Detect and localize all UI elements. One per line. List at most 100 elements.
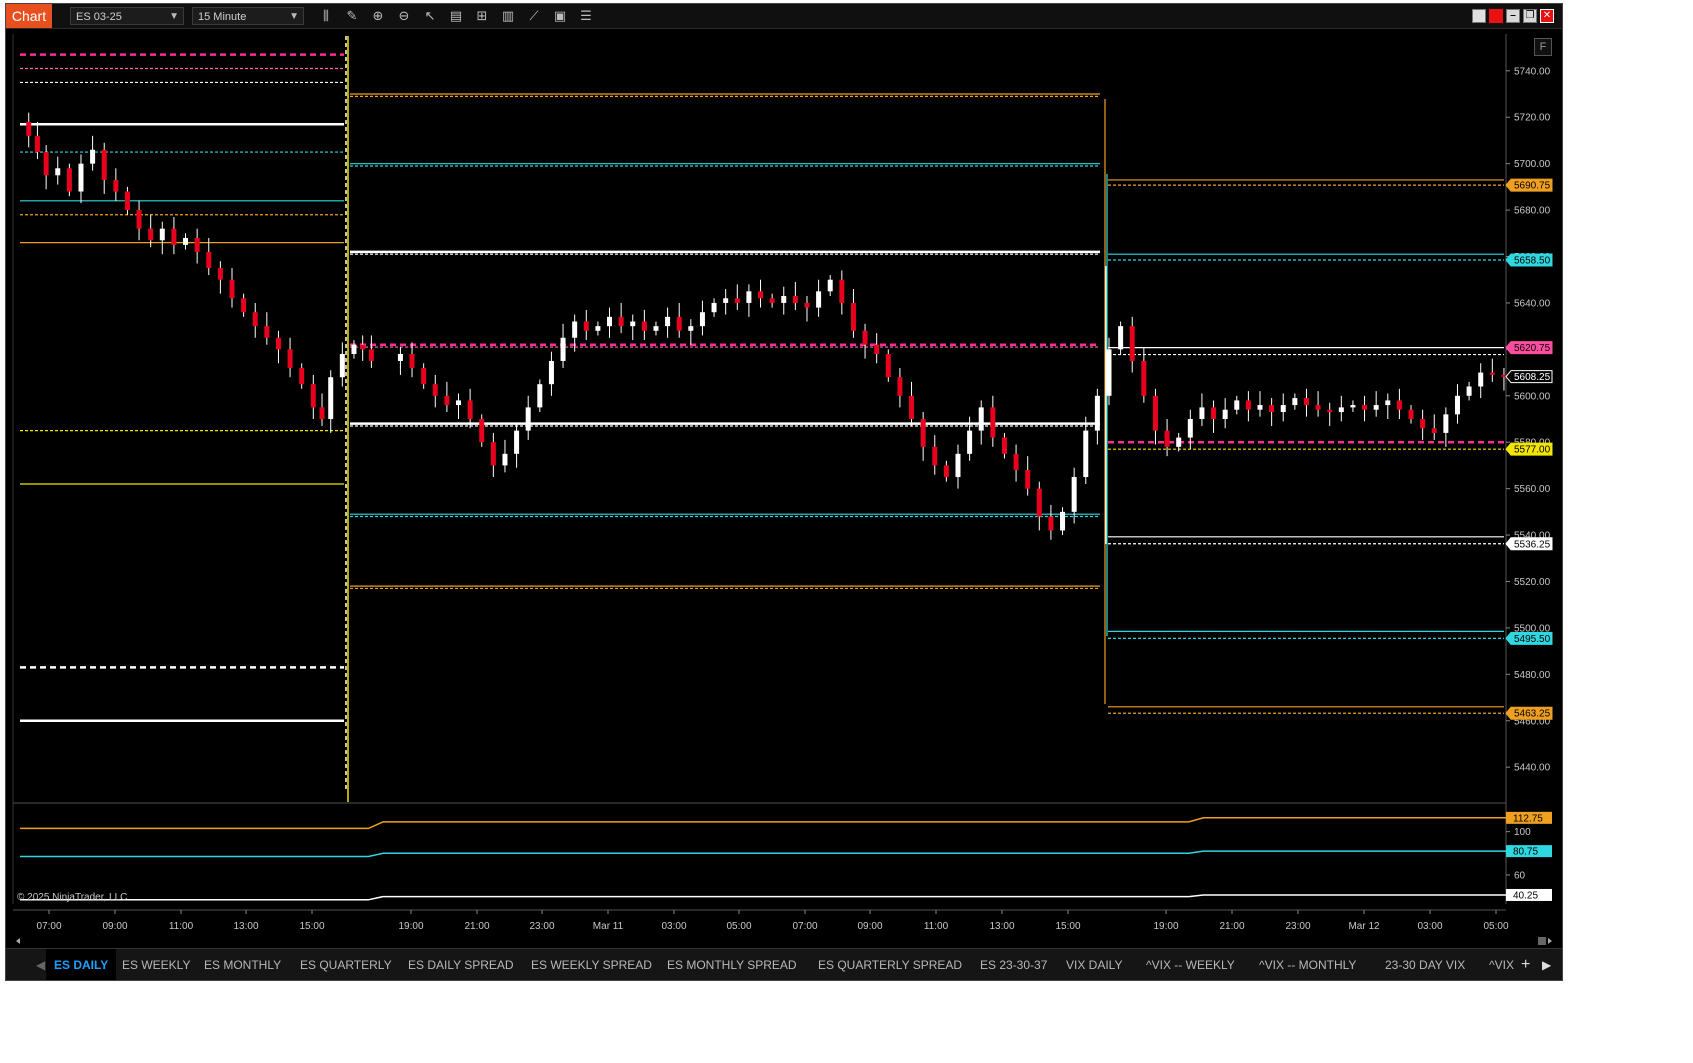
candle-body (252, 312, 258, 327)
candle-body (1176, 437, 1182, 447)
time-tick-label: 09:00 (102, 921, 127, 932)
tab-es-weekly[interactable]: ES WEEKLY (122, 949, 190, 980)
candle-body (78, 163, 84, 192)
candle-body (421, 367, 427, 385)
candle-body (1292, 398, 1298, 406)
candle-body (618, 316, 624, 327)
price-marker-label: 5690.75 (1514, 181, 1551, 192)
price-tick-label: 5700.00 (1514, 159, 1551, 170)
tab-es-daily-spread[interactable]: ES DAILY SPREAD (408, 949, 514, 980)
candle-body (1315, 405, 1321, 410)
add-tab-icon[interactable]: + (1521, 949, 1530, 980)
candle-body (360, 344, 366, 350)
tab-es-quarterly[interactable]: ES QUARTERLY (300, 949, 392, 980)
price-tick-label: 5720.00 (1514, 113, 1551, 124)
tab-es-23-30-37[interactable]: ES 23-30-37 (980, 949, 1047, 980)
candle-body (194, 237, 200, 252)
candle-body (1269, 405, 1275, 413)
candle-body (827, 279, 833, 292)
candle-body (1234, 400, 1240, 410)
price-tick-label: 5680.00 (1514, 206, 1551, 217)
price-marker-label: 5577.00 (1514, 445, 1551, 456)
tab-es-daily[interactable]: ES DAILY (46, 949, 117, 980)
candle-body (885, 354, 891, 378)
time-tick-label: 09:00 (857, 921, 882, 932)
candle-body (1362, 405, 1368, 410)
time-tick-label: 19:00 (1153, 921, 1178, 932)
tab-scroll-right-icon[interactable]: ▶ (1542, 949, 1551, 980)
chart-tabs-bar: ◀ ES DAILY ES WEEKLY ES MONTHLY ES QUARTERL… (6, 948, 1562, 980)
tab-vix-daily[interactable]: VIX DAILY (1066, 949, 1122, 980)
price-marker-label: 5536.25 (1514, 539, 1551, 550)
candle-body (217, 268, 223, 280)
candle-body (1106, 349, 1112, 396)
candle-body (1489, 372, 1495, 375)
candle-body (34, 135, 40, 153)
candle-body (43, 152, 49, 176)
time-tick-label: Mar 12 (1348, 921, 1380, 932)
sub-tick-label: 100 (1514, 827, 1531, 838)
candle-body (90, 149, 96, 164)
candle-body (479, 419, 485, 443)
candle-body (351, 344, 357, 355)
tab-vix-monthly[interactable]: ^VIX -- MONTHLY (1259, 949, 1356, 980)
candle-body (1408, 409, 1414, 419)
time-tick-label: Mar 11 (593, 921, 624, 932)
candle-body (1327, 409, 1333, 413)
tab-es-monthly-spread[interactable]: ES MONTHLY SPREAD (667, 949, 797, 980)
time-tick-label: 23:00 (529, 921, 554, 932)
candle-body (1048, 516, 1054, 531)
candle-body (1211, 407, 1217, 419)
candle-body (1350, 405, 1356, 408)
candle-body (1152, 395, 1158, 431)
tab-es-monthly[interactable]: ES MONTHLY (204, 949, 281, 980)
candle-body (1141, 360, 1147, 396)
f-button[interactable]: F (1534, 38, 1552, 56)
candle-body (171, 228, 177, 245)
time-tick-label: 03:00 (1417, 921, 1442, 932)
candle-body (804, 302, 810, 308)
candle-body (1385, 400, 1391, 406)
candle-body (55, 168, 61, 176)
candle-body (299, 367, 305, 385)
tab-scroll-left-icon[interactable]: ◀ (36, 949, 45, 980)
candle-body (862, 330, 868, 345)
candle-body (943, 465, 949, 478)
candle-body (124, 191, 130, 211)
sub-marker-label: 80.75 (1513, 847, 1538, 858)
price-marker-label: 5495.50 (1514, 634, 1551, 645)
candle-body (1187, 419, 1193, 438)
candle-body (241, 298, 247, 313)
time-tick-label: 15:00 (1055, 921, 1080, 932)
candle-body (1303, 398, 1309, 406)
time-tick-label: 21:00 (464, 921, 489, 932)
candle-body (159, 228, 165, 241)
time-tick-label: 23:00 (1285, 921, 1310, 932)
candle-body (467, 400, 473, 419)
candle-body (1071, 477, 1077, 512)
candle-body (1025, 470, 1031, 489)
candle-body (1094, 395, 1100, 431)
horizontal-scrollbar[interactable] (14, 936, 1554, 946)
time-tick-label: 15:00 (299, 921, 324, 932)
candle-body (26, 121, 32, 136)
candle-body (665, 316, 671, 327)
tab-23-30-day-vix[interactable]: 23-30 DAY VIX (1385, 949, 1465, 980)
candle-body (630, 321, 636, 327)
time-tick-label: 07:00 (36, 921, 61, 932)
candle-body (572, 321, 578, 338)
chart-window: Chart ES 03-25 ▼ 15 Minute ▼ ⫼ ✎ ⊕ ⊖ ↖ ▤ ⊞ ▥ ⟋ ▣ ☰… (6, 4, 1562, 980)
tab-vix[interactable]: ^VIX (1489, 949, 1514, 980)
candle-body (920, 419, 926, 447)
candle-body (932, 446, 938, 466)
candle-body (967, 430, 973, 454)
tab-vix-weekly[interactable]: ^VIX -- WEEKLY (1146, 949, 1235, 980)
candle-body (183, 237, 189, 245)
tab-es-weekly-spread[interactable]: ES WEEKLY SPREAD (531, 949, 652, 980)
price-chart[interactable]: 5740.005720.005700.005680.005660.005640.… (6, 4, 1562, 948)
price-marker-label: 5608.25 (1514, 372, 1551, 383)
candle-body (688, 326, 694, 331)
tab-es-quarterly-spread[interactable]: ES QUARTERLY SPREAD (818, 949, 962, 980)
candle-body (66, 168, 72, 192)
candle-body (397, 354, 403, 361)
